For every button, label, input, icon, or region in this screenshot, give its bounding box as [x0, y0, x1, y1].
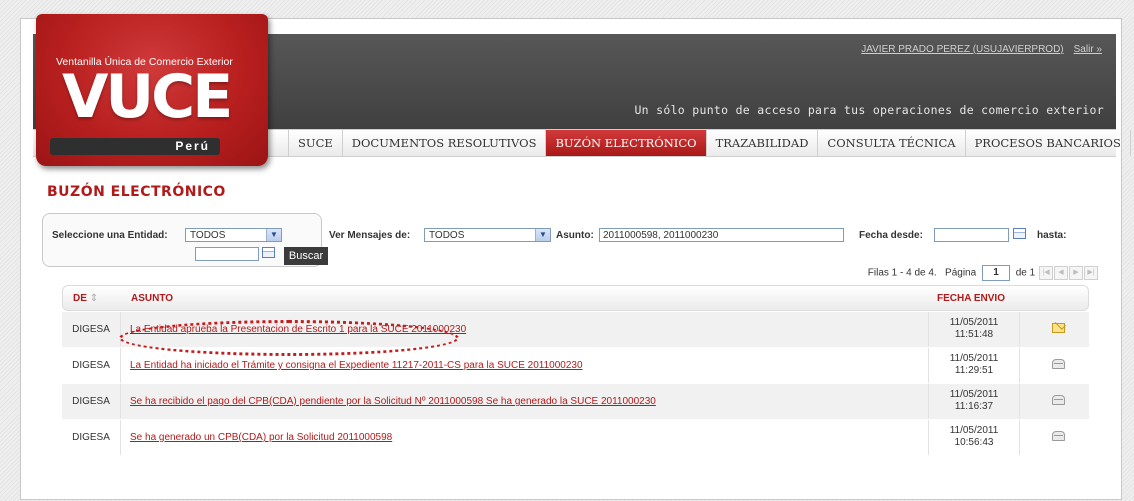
nav-item[interactable]: DOCUMENTOS RESOLUTIVOS — [341, 130, 546, 156]
nav-item[interactable]: CONSULTA TÉCNICA — [817, 130, 964, 156]
row-date: 11/05/2011 11:16:37 — [928, 384, 1020, 419]
entity-label: Seleccione una Entidad: — [52, 230, 168, 241]
unread-envelope-icon[interactable] — [1052, 323, 1066, 334]
vuce-logo[interactable]: Ventanilla Única de Comercio Exterior VU… — [36, 14, 268, 166]
next-page-icon[interactable]: ▶ — [1069, 266, 1083, 280]
nav-item[interactable]: SUCE — [288, 130, 342, 156]
pagination: Filas 1 - 4 de 4. Página 1 de 1 |◀ ◀ ▶ ▶| — [868, 265, 1098, 281]
row-subject-link[interactable]: Se ha generado un CPB(CDA) por la Solici… — [130, 420, 392, 455]
user-links: JAVIER PRADO PEREZ (USUJAVIERPROD) Salir … — [861, 44, 1102, 55]
row-sender: DIGESA — [62, 348, 121, 383]
nav-item[interactable]: TRAZABILIDAD — [705, 130, 818, 156]
row-subject-link[interactable]: Se ha recibido el pago del CPB(CDA) pend… — [130, 384, 656, 419]
row-subject-link[interactable]: La Entidad ha iniciado el Trámite y cons… — [130, 348, 583, 383]
table-body: DIGESA La Entidad aprueba la Presentacion… — [62, 312, 1089, 455]
main-nav: SUCE DOCUMENTOS RESOLUTIVOS BUZÓN ELECTRÓN… — [288, 130, 1131, 156]
column-header-asunto: ASUNTO — [131, 293, 174, 304]
asunto-label: Asunto: — [556, 230, 594, 241]
row-time-value: 11:51:48 — [954, 329, 994, 340]
calendar-icon[interactable] — [262, 247, 275, 258]
fecha-desde-label: Fecha desde: — [859, 230, 923, 241]
row-date-value: 11/05/2011 — [949, 317, 999, 328]
nav-item[interactable]: PROCESOS BANCARIOS — [964, 130, 1131, 156]
first-page-icon[interactable]: |◀ — [1039, 266, 1053, 280]
rows-count: Filas 1 - 4 de 4. — [867, 267, 937, 279]
row-date-value: 11/05/2011 — [949, 389, 999, 400]
search-button[interactable]: Buscar — [284, 247, 328, 265]
prev-page-icon[interactable]: ◀ — [1054, 266, 1068, 280]
row-time-value: 11:16:37 — [954, 401, 994, 412]
row-date: 11/05/2011 11:51:48 — [928, 312, 1020, 347]
row-subject-link[interactable]: La Entidad aprueba la Presentacion de Es… — [130, 312, 466, 347]
fecha-hasta-input[interactable] — [195, 247, 259, 261]
nav-item[interactable]: BUZÓN ELECTRÓNICO — [545, 130, 706, 156]
table-row[interactable]: DIGESA Se ha recibido el pago del CPB(CDA… — [62, 384, 1089, 419]
row-sender: DIGESA — [62, 420, 121, 455]
ver-mensajes-select[interactable]: TODOS ▼ — [424, 228, 551, 242]
read-envelope-icon[interactable] — [1052, 359, 1066, 370]
messages-table: DE ⇕ ASUNTO FECHA ENVIO DIGESA La Entidad… — [62, 285, 1089, 455]
column-header-de[interactable]: DE ⇕ — [73, 293, 98, 304]
row-sender: DIGESA — [62, 312, 121, 347]
logout-link[interactable]: Salir » — [1074, 44, 1102, 55]
row-date-value: 11/05/2011 — [949, 353, 999, 364]
ver-mensajes-label: Ver Mensajes de: — [329, 230, 411, 241]
ver-mensajes-value: TODOS — [429, 230, 465, 241]
entity-select-value: TODOS — [190, 230, 226, 241]
tagline: Un sólo punto de acceso para tus operaci… — [634, 103, 1104, 117]
column-header-fecha: FECHA ENVIO — [937, 293, 1005, 304]
entity-select[interactable]: TODOS ▼ — [185, 228, 282, 242]
row-time-value: 11:29:51 — [954, 365, 994, 376]
row-date: 11/05/2011 11:29:51 — [928, 348, 1020, 383]
sort-icon[interactable]: ⇕ — [90, 293, 98, 304]
logo-word: VUCE — [62, 62, 233, 132]
page-number-input[interactable]: 1 — [981, 265, 1010, 281]
table-header: DE ⇕ ASUNTO FECHA ENVIO — [62, 285, 1089, 311]
fecha-desde-input[interactable] — [934, 228, 1009, 242]
row-time-value: 10:56:43 — [954, 437, 994, 448]
chevron-down-icon: ▼ — [266, 229, 281, 241]
table-row[interactable]: DIGESA Se ha generado un CPB(CDA) por la … — [62, 420, 1089, 455]
logo-country: Perú — [50, 138, 220, 155]
table-row[interactable]: DIGESA La Entidad ha iniciado el Trámite … — [62, 348, 1089, 383]
asunto-input[interactable]: 2011000598, 2011000230 — [599, 228, 844, 242]
user-name-link[interactable]: JAVIER PRADO PEREZ (USUJAVIERPROD) — [861, 44, 1063, 55]
row-date: 11/05/2011 10:56:43 — [928, 420, 1020, 455]
read-envelope-icon[interactable] — [1052, 395, 1066, 406]
hasta-label: hasta: — [1037, 230, 1067, 241]
table-row[interactable]: DIGESA La Entidad aprueba la Presentacion… — [62, 312, 1089, 347]
read-envelope-icon[interactable] — [1052, 431, 1066, 442]
chevron-down-icon: ▼ — [535, 229, 550, 241]
calendar-icon[interactable] — [1013, 228, 1026, 239]
page-label: Página — [945, 267, 977, 279]
row-date-value: 11/05/2011 — [949, 425, 999, 436]
page-count: de 1 — [1015, 267, 1036, 279]
row-sender: DIGESA — [62, 384, 121, 419]
last-page-icon[interactable]: ▶| — [1084, 266, 1098, 280]
page-title: BUZÓN ELECTRÓNICO — [47, 184, 226, 200]
